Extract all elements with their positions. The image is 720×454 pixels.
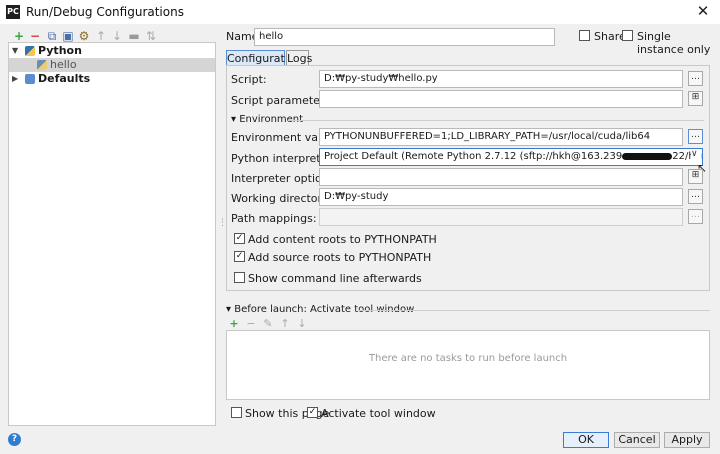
folder-icon[interactable]: ▬ bbox=[127, 29, 141, 43]
share-label: Share bbox=[594, 30, 626, 43]
ok-button[interactable]: OK bbox=[563, 432, 609, 448]
move-up-icon[interactable]: ↑ bbox=[94, 29, 108, 43]
chevron-down-icon[interactable]: ∨ bbox=[691, 149, 701, 159]
interpreter-options-field[interactable] bbox=[319, 168, 683, 186]
script-field[interactable]: D:₩py-study₩hello.py bbox=[319, 70, 683, 88]
tree-item-python[interactable]: ▼ Python bbox=[9, 44, 215, 58]
show-command-line-label: Show command line afterwards bbox=[248, 272, 422, 285]
chevron-down-icon[interactable]: ▼ bbox=[12, 44, 18, 58]
expand-icon[interactable]: ⊞ bbox=[688, 169, 703, 184]
content-roots-checkbox[interactable]: ✓ bbox=[234, 233, 245, 244]
python-icon bbox=[25, 46, 35, 56]
content-roots-label: Add content roots to PYTHONPATH bbox=[248, 233, 437, 246]
sort-icon[interactable]: ⇅ bbox=[144, 29, 158, 43]
path-mappings-browse-button: … bbox=[688, 209, 703, 224]
chevron-right-icon[interactable]: ▶ bbox=[12, 72, 18, 86]
script-browse-button[interactable]: … bbox=[688, 71, 703, 86]
tab-configuration[interactable]: Configuration bbox=[226, 50, 302, 66]
working-directory-field[interactable]: D:₩py-study bbox=[319, 188, 683, 206]
tab-logs[interactable]: Logs bbox=[286, 50, 312, 66]
env-vars-browse-button[interactable]: … bbox=[688, 129, 703, 144]
remove-icon[interactable]: − bbox=[28, 29, 42, 43]
collapse-arrow-icon: ▾ bbox=[231, 114, 240, 125]
working-dir-browse-button[interactable]: … bbox=[688, 189, 703, 204]
tree-label-hello: hello bbox=[50, 58, 77, 71]
close-icon[interactable]: ✕ bbox=[694, 2, 712, 20]
expand-icon[interactable]: ⊞ bbox=[688, 91, 703, 106]
single-instance-checkbox[interactable] bbox=[622, 30, 633, 41]
cancel-button[interactable]: Cancel bbox=[614, 432, 660, 448]
redacted-mark bbox=[622, 152, 673, 160]
add-icon[interactable]: + bbox=[12, 29, 26, 43]
tree-item-defaults[interactable]: ▶ Defaults bbox=[9, 72, 215, 86]
name-field[interactable]: hello bbox=[254, 28, 555, 46]
path-mappings-field bbox=[319, 208, 683, 226]
apply-button[interactable]: Apply bbox=[664, 432, 710, 448]
config-tree-panel: ▼ Python hello ▶ Defaults bbox=[8, 42, 216, 426]
source-roots-checkbox[interactable]: ✓ bbox=[234, 251, 245, 262]
activate-tool-window-label: Activate tool window bbox=[321, 407, 436, 420]
single-instance-label: Single instance only bbox=[637, 30, 711, 56]
source-roots-label: Add source roots to PYTHONPATH bbox=[248, 251, 432, 264]
copy-icon[interactable]: ⧉ bbox=[45, 29, 59, 43]
python-run-config-icon bbox=[37, 60, 47, 70]
pycharm-app-icon: PC bbox=[6, 5, 20, 19]
move-task-down-icon[interactable]: ↓ bbox=[296, 318, 308, 330]
move-down-icon[interactable]: ↓ bbox=[110, 29, 124, 43]
before-launch-divider bbox=[358, 310, 710, 311]
save-icon[interactable]: ▣ bbox=[61, 29, 75, 43]
move-task-up-icon[interactable]: ↑ bbox=[279, 318, 291, 330]
working-directory-label: Working directory: bbox=[231, 192, 332, 205]
path-mappings-label: Path mappings: bbox=[231, 212, 317, 225]
environment-variables-field[interactable]: PYTHONUNBUFFERED=1;LD_LIBRARY_PATH=/usr/… bbox=[319, 128, 683, 146]
activate-tool-window-checkbox[interactable]: ✓ bbox=[307, 407, 318, 418]
environment-divider bbox=[288, 120, 704, 121]
settings-icon[interactable]: ⚙ bbox=[77, 29, 91, 43]
edit-task-icon[interactable]: ✎ bbox=[262, 318, 274, 330]
defaults-icon bbox=[25, 74, 35, 84]
python-interpreter-select[interactable]: Project Default (Remote Python 2.7.12 (s… bbox=[319, 148, 703, 166]
tree-label-python: Python bbox=[38, 44, 82, 57]
add-task-icon[interactable]: + bbox=[228, 318, 240, 330]
collapse-arrow-icon: ▾ bbox=[226, 304, 235, 315]
show-this-page-checkbox[interactable] bbox=[231, 407, 242, 418]
tree-label-defaults: Defaults bbox=[38, 72, 91, 85]
before-launch-task-list[interactable]: There are no tasks to run before launch bbox=[226, 330, 710, 400]
script-parameters-field[interactable] bbox=[319, 90, 683, 108]
script-label: Script: bbox=[231, 73, 267, 86]
share-checkbox[interactable] bbox=[579, 30, 590, 41]
remove-task-icon[interactable]: − bbox=[245, 318, 257, 330]
window-title: Run/Debug Configurations bbox=[26, 5, 184, 19]
show-command-line-checkbox[interactable] bbox=[234, 272, 245, 283]
help-icon[interactable]: ? bbox=[8, 433, 21, 446]
empty-tasks-text: There are no tasks to run before launch bbox=[368, 353, 568, 364]
interpreter-value-prefix: Project Default (Remote Python 2.7.12 (s… bbox=[324, 151, 623, 162]
tree-item-hello[interactable]: hello bbox=[9, 58, 215, 72]
